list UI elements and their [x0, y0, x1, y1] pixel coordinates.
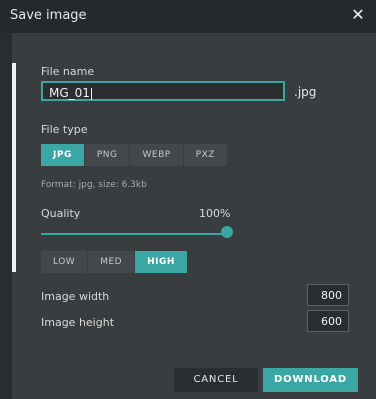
file-type-png[interactable]: PNG [84, 144, 131, 166]
quality-label: Quality [41, 207, 81, 220]
file-type-pxz[interactable]: PXZ [183, 144, 228, 166]
cancel-button[interactable]: CANCEL [174, 368, 258, 392]
image-height-input[interactable]: 600 [307, 310, 349, 332]
file-type-jpg[interactable]: JPG [41, 144, 85, 166]
quality-low-button[interactable]: LOW [41, 251, 89, 273]
quality-med-button[interactable]: MED [88, 251, 136, 273]
file-extension: .jpg [294, 85, 317, 99]
slider-fill [41, 233, 227, 235]
quality-slider[interactable] [41, 226, 233, 238]
close-icon[interactable]: ✕ [348, 5, 368, 25]
left-accent-bar [12, 63, 16, 272]
dialog-title: Save image [10, 8, 87, 23]
format-note: Format: jpg, size: 6.3kb [41, 180, 147, 190]
file-name-input[interactable]: MG_01 [41, 81, 285, 101]
titlebar: Save image ✕ [0, 0, 376, 33]
quality-high-button[interactable]: HIGH [135, 251, 188, 273]
file-type-label: File type [41, 123, 88, 136]
file-type-webp[interactable]: WEBP [130, 144, 184, 166]
image-width-input[interactable]: 800 [307, 284, 349, 306]
download-button[interactable]: DOWNLOAD [263, 368, 358, 392]
file-name-label: File name [41, 65, 95, 78]
text-caret [90, 87, 92, 100]
slider-thumb[interactable] [221, 226, 233, 238]
quality-preset-selector: LOW MED HIGH [41, 251, 188, 273]
dialog-content: File name MG_01 .jpg File type JPG PNG W… [41, 33, 361, 399]
file-type-selector: JPG PNG WEBP PXZ [41, 144, 228, 166]
left-strip [0, 33, 12, 399]
file-name-value: MG_01 [49, 86, 90, 100]
save-image-dialog: Save image ✕ File name MG_01 .jpg File t… [0, 0, 376, 399]
image-width-label: Image width [41, 290, 110, 303]
image-height-label: Image height [41, 316, 115, 329]
quality-value: 100% [199, 207, 231, 220]
